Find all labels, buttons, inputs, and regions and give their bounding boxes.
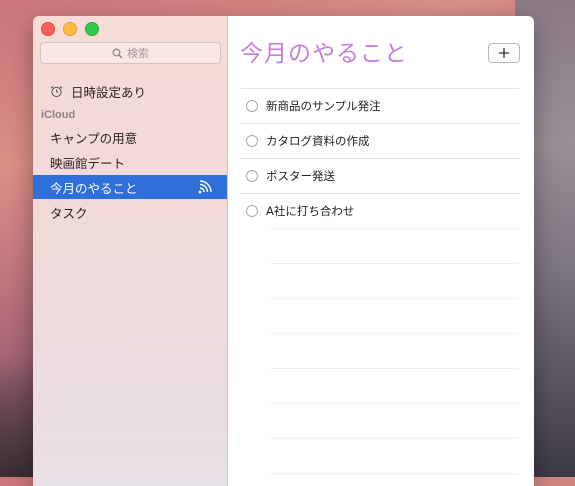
reminder-text[interactable]: カタログ資料の作成 (266, 133, 370, 149)
alarm-clock-icon (50, 85, 63, 97)
reminder-row[interactable]: カタログ資料の作成 (241, 123, 519, 158)
sidebar-item-label: キャンプの用意 (50, 130, 138, 146)
reminder-text[interactable]: 新商品のサンプル発注 (266, 98, 381, 114)
sidebar: 検索 日時設定あり iCloud キャンプの用意 映画館デート 今月のやること (33, 16, 228, 486)
reminder-row[interactable]: 新商品のサンプル発注 (241, 88, 519, 123)
sidebar-list-item[interactable]: キャンプの用意 (33, 125, 227, 149)
zoom-button[interactable] (85, 22, 99, 36)
reminder-text[interactable]: ポスター発送 (266, 168, 335, 184)
reminder-row[interactable]: ポスター発送 (241, 158, 519, 193)
completion-checkbox[interactable] (246, 100, 258, 112)
empty-row[interactable] (271, 263, 519, 298)
empty-row[interactable] (271, 438, 519, 473)
minimize-button[interactable] (63, 22, 77, 36)
sidebar-item-label: タスク (50, 205, 88, 221)
sidebar-item-label: 映画館デート (50, 155, 126, 171)
search-placeholder: 検索 (127, 48, 149, 60)
empty-row[interactable] (271, 228, 519, 263)
empty-row[interactable] (271, 403, 519, 438)
search-field[interactable]: 検索 (40, 42, 221, 64)
reminder-row[interactable]: A社に打ち合わせ (241, 193, 519, 228)
empty-row[interactable] (271, 368, 519, 403)
sidebar-item-scheduled[interactable]: 日時設定あり (33, 79, 227, 103)
window-controls (41, 22, 99, 36)
reminders-list: 新商品のサンプル発注 カタログ資料の作成 ポスター発送 A社に打ち合わせ (241, 88, 519, 486)
sidebar-item-label: 今月のやること (50, 180, 138, 196)
sidebar-list-item-selected[interactable]: 今月のやること (33, 175, 227, 199)
search-icon (112, 48, 123, 58)
empty-row[interactable] (271, 473, 519, 486)
completion-checkbox[interactable] (246, 170, 258, 182)
list-title: 今月のやること (240, 41, 408, 67)
shared-list-icon (198, 180, 212, 194)
completion-checkbox[interactable] (246, 205, 258, 217)
empty-row[interactable] (271, 333, 519, 368)
reminders-window: 検索 日時設定あり iCloud キャンプの用意 映画館デート 今月のやること (33, 16, 534, 486)
sidebar-list-item[interactable]: 映画館デート (33, 150, 227, 174)
plus-icon (499, 48, 509, 58)
reminders-list-pane: 今月のやること 新商品のサンプル発注 カタログ資料の作成 ポスター発送 A社に打… (228, 16, 534, 486)
sidebar-list-item[interactable]: タスク (33, 200, 227, 224)
add-reminder-button[interactable] (488, 43, 520, 63)
sidebar-item-label: 日時設定あり (71, 84, 147, 100)
completion-checkbox[interactable] (246, 135, 258, 147)
close-button[interactable] (41, 22, 55, 36)
icloud-section-header: iCloud (41, 109, 76, 121)
reminder-text[interactable]: A社に打ち合わせ (266, 203, 354, 219)
empty-row[interactable] (271, 298, 519, 333)
